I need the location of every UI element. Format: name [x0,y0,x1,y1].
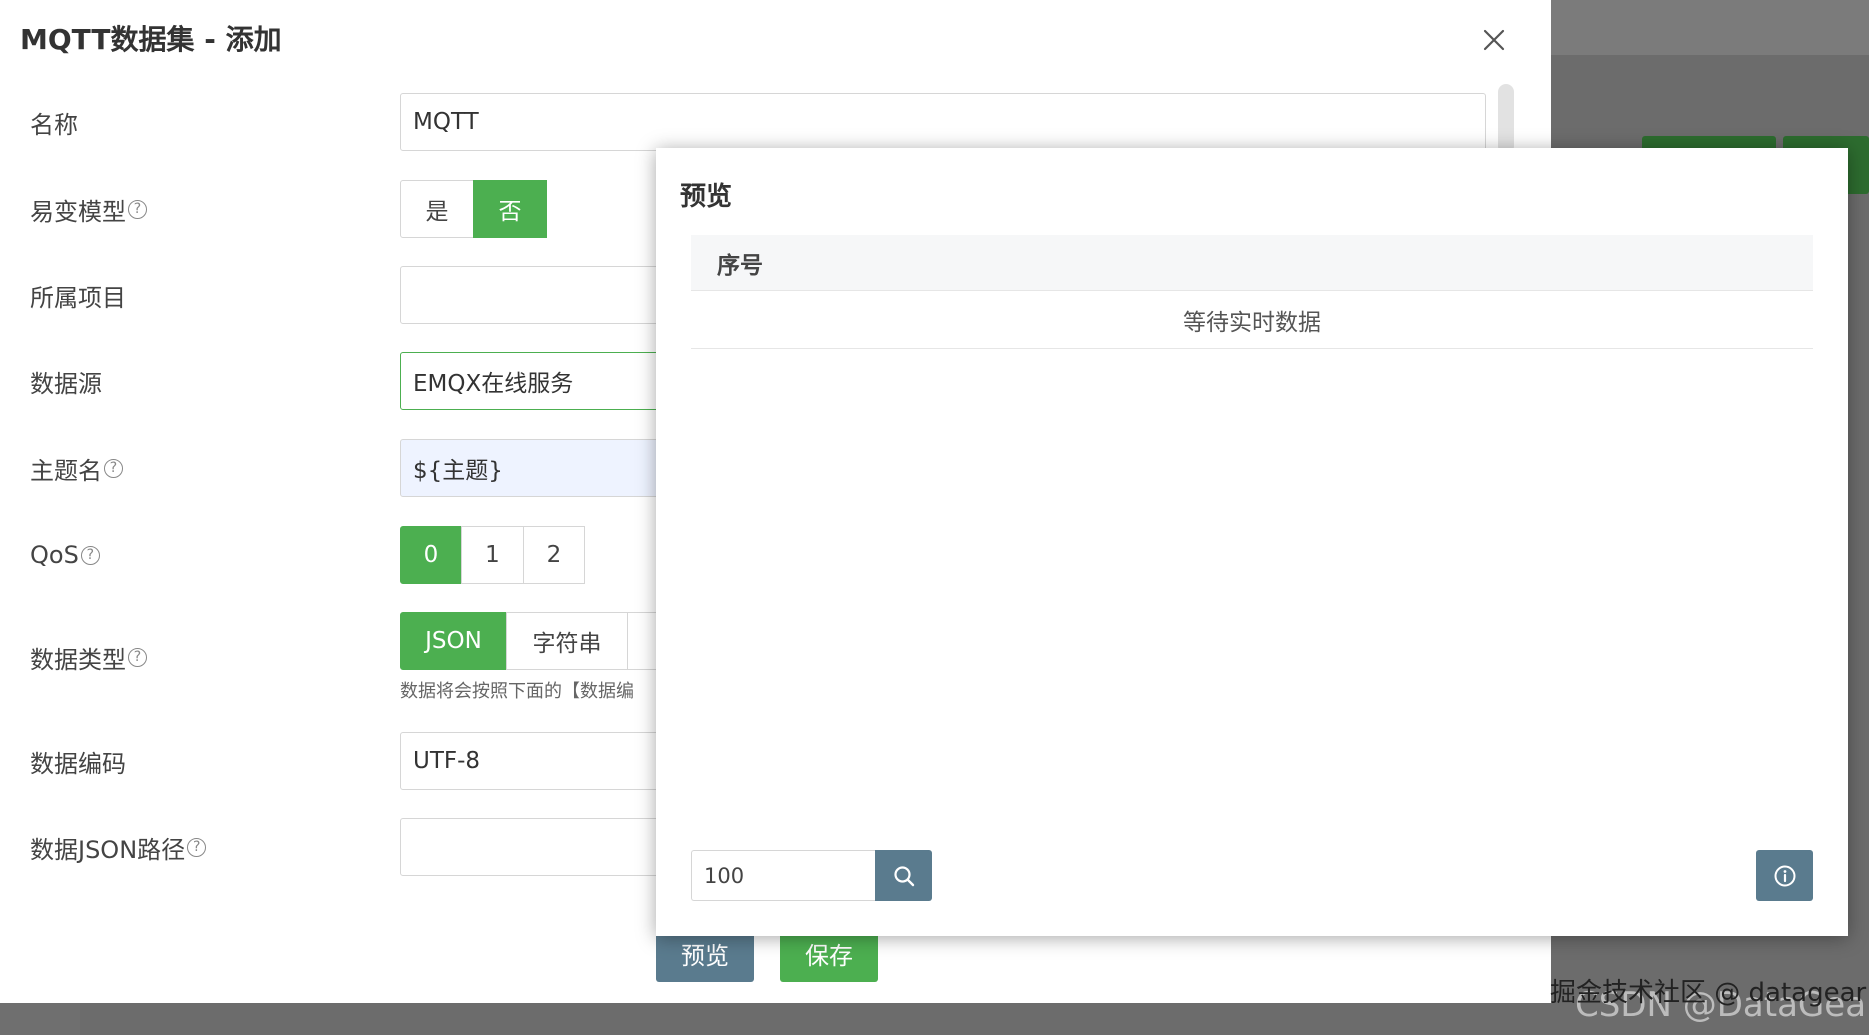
topic-input[interactable]: ${主题} [400,439,700,497]
help-icon[interactable]: ? [187,837,207,857]
help-icon[interactable]: ? [80,545,100,565]
datasource-input[interactable]: EMQX在线服务 [400,352,700,410]
qos-option-1[interactable]: 1 [461,526,524,584]
encoding-label: 数据编码 [30,749,126,778]
topic-label: 主题名 ? [30,439,123,497]
project-input[interactable] [400,266,700,324]
volatile-no-option[interactable]: 否 [473,180,547,238]
preview-title: 预览 [680,182,733,212]
volatile-model-toggle: 是 否 [400,180,547,238]
table-empty-message: 等待实时数据 [691,291,1813,349]
table-header-index: 序号 [691,235,1813,291]
qos-toggle: 0 1 2 [400,526,585,584]
qos-option-2[interactable]: 2 [523,526,585,584]
close-button[interactable] [1474,20,1514,60]
json-path-input[interactable] [400,818,700,876]
help-icon[interactable]: ? [128,647,147,667]
project-label: 所属项目 [30,283,126,312]
data-type-json-option[interactable]: JSON [400,612,507,670]
search-icon [893,865,914,886]
watermark-juejin: 掘金技术社区 @ datagear [1550,978,1867,1008]
preview-popup: 预览 序号 等待实时数据 100 [656,148,1848,936]
qos-label: QoS ? [30,526,100,584]
help-icon[interactable]: ? [104,458,123,478]
close-icon [1483,29,1505,51]
qos-option-0[interactable]: 0 [400,526,462,584]
data-type-label: 数据类型 ? [30,628,147,686]
volatile-model-label: 易变模型 ? [30,180,147,238]
data-type-toggle: JSON 字符串 [400,612,667,670]
name-label: 名称 [30,110,78,139]
datasource-label: 数据源 [30,369,102,398]
volatile-yes-option[interactable]: 是 [400,180,474,238]
help-icon[interactable]: ? [128,199,147,219]
json-path-label: 数据JSON路径 ? [30,818,207,876]
fetch-count-input[interactable]: 100 [691,850,875,901]
dialog-title: MQTT数据集 - 添加 [20,23,282,56]
encoding-input[interactable]: UTF-8 [400,732,700,790]
info-icon [1774,865,1795,886]
scrollbar[interactable] [1498,84,1514,154]
info-button[interactable] [1756,850,1813,901]
preview-table: 序号 等待实时数据 [691,235,1813,349]
search-button[interactable] [875,850,932,901]
data-type-string-option[interactable]: 字符串 [506,612,628,670]
name-input[interactable]: MQTT [400,93,1486,151]
data-type-hint: 数据将会按照下面的【数据编 [400,681,634,702]
